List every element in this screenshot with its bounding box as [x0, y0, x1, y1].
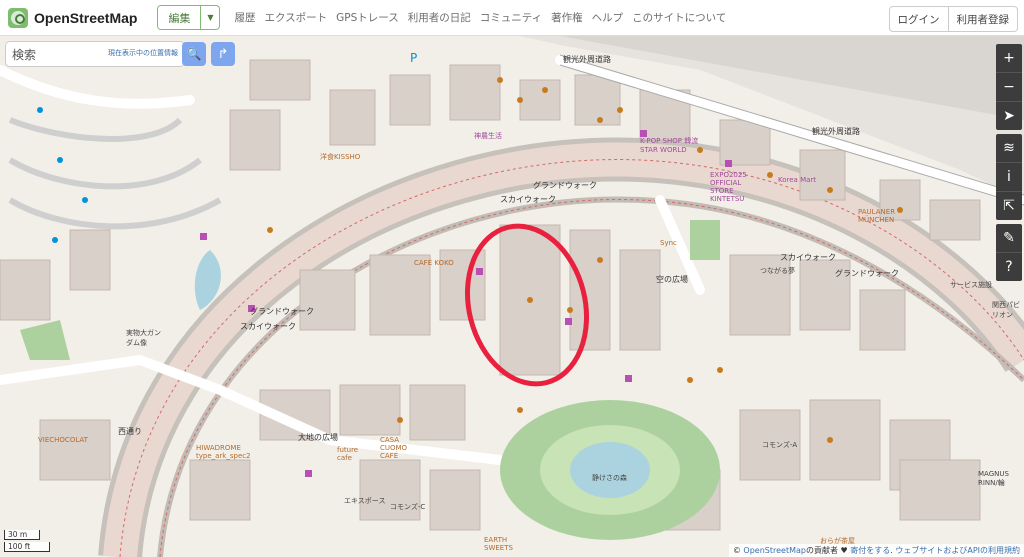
- layers-icon: ≋: [1003, 140, 1015, 156]
- zoom-out-button[interactable]: −: [996, 73, 1022, 102]
- osm-link[interactable]: OpenStreetMap: [743, 546, 806, 555]
- road-label-skywalk-2: スカイウォーク: [780, 253, 836, 262]
- place-label-22: エキスポース: [344, 497, 386, 505]
- attribution-prefix: ©: [732, 546, 744, 555]
- caret-down-icon: ▼: [207, 13, 214, 22]
- svg-text:P: P: [410, 51, 417, 65]
- query-cursor-icon: ?: [1005, 259, 1013, 275]
- map-panel-controls: ≋ i ⇱: [996, 134, 1022, 220]
- search-button[interactable]: 🔍: [182, 42, 206, 66]
- site-header: OpenStreetMap 編集 ▼ 履歴 エクスポート GPSトレース 利用者…: [0, 0, 1024, 36]
- place-label-13: HIWADROME type_ark_spec2: [196, 444, 251, 460]
- place-label-5: PAULANER MÜNCHEN: [858, 208, 896, 224]
- nav-history[interactable]: 履歴: [234, 10, 255, 25]
- info-icon: i: [1007, 169, 1011, 185]
- search-box: 検索 現在表示中の位置情報: [6, 42, 184, 66]
- place-label-17: コモンズ-A: [762, 441, 798, 449]
- place-label-9: サービス施設: [950, 281, 992, 289]
- road-label-grandwalk-2: グランドウォーク: [835, 269, 899, 278]
- place-label-6: CAFÉ KOKO: [414, 259, 454, 267]
- note-icon: ✎: [1003, 230, 1015, 246]
- login-button[interactable]: ログイン: [890, 7, 948, 31]
- road-label-kanko-1: 観光外周道路: [563, 55, 611, 64]
- main-nav: 履歴 エクスポート GPSトレース 利用者の日記 コミュニティ 著作権 ヘルプ …: [234, 10, 726, 25]
- logo-text: OpenStreetMap: [34, 9, 138, 26]
- directions-icon: ↱: [217, 46, 229, 62]
- place-label-3: EXPO2025 OFFICIAL STORE KINTETSU: [710, 171, 747, 203]
- place-label-21: EARTH SWEETS: [484, 536, 513, 552]
- place-label-8: 空の広場: [656, 275, 688, 284]
- site-logo[interactable]: OpenStreetMap: [8, 0, 137, 36]
- plus-icon: +: [1003, 50, 1015, 66]
- minus-icon: −: [1003, 79, 1015, 95]
- place-label-1: 洋食KISSHO: [320, 153, 361, 161]
- nav-help[interactable]: ヘルプ: [592, 10, 624, 25]
- place-label-4: Korea Mart: [778, 176, 817, 184]
- search-input[interactable]: 検索: [12, 46, 36, 63]
- place-label-11: 実物大ガンダム像: [126, 329, 161, 347]
- road-label-nishidori: 西通り: [118, 427, 142, 436]
- map-key-button[interactable]: i: [996, 163, 1022, 192]
- nav-communities[interactable]: コミュニティ: [480, 10, 542, 25]
- zoom-controls: + − ➤: [996, 44, 1022, 130]
- scale-bar-imperial: 100 ft: [4, 542, 50, 552]
- where-am-i-link[interactable]: 現在表示中の位置情報: [108, 48, 178, 58]
- place-label-10: 関西パビリオン: [992, 301, 1020, 319]
- place-label-18: MAGNUS RINN/輪: [978, 470, 1009, 487]
- place-label-19: コモンズ-C: [390, 503, 426, 511]
- place-label-24: つながる夢: [760, 267, 795, 275]
- nav-gps-traces[interactable]: GPSトレース: [336, 10, 399, 25]
- zoom-in-button[interactable]: +: [996, 44, 1022, 73]
- place-label-15: CASA CUOMO CAFÉ: [380, 436, 408, 460]
- place-label-14: 大地の広場: [298, 433, 338, 442]
- edit-dropdown-toggle[interactable]: ▼: [200, 6, 219, 29]
- road-label-kanko-2: 観光外周道路: [812, 127, 860, 136]
- terms-link[interactable]: ウェブサイトおよびAPIの利用規約: [895, 546, 1020, 555]
- note-controls: ✎ ?: [996, 224, 1022, 281]
- osm-logo-icon: [8, 7, 28, 28]
- scale-bar-metric: 30 m: [4, 530, 40, 540]
- nav-export[interactable]: エクスポート: [264, 10, 327, 25]
- edit-button[interactable]: 編集: [158, 6, 201, 29]
- place-label-2: K-POP SHOP 韓流STAR WORLD: [640, 137, 699, 154]
- heart-icon: ♥: [837, 546, 851, 555]
- add-note-button[interactable]: ✎: [996, 224, 1022, 253]
- map-tiles: P: [0, 36, 1024, 557]
- edit-button-group: 編集 ▼: [157, 5, 221, 30]
- nav-about[interactable]: このサイトについて: [632, 10, 726, 25]
- place-label-0: 神農生活: [474, 132, 502, 140]
- nav-user-diaries[interactable]: 利用者の日記: [408, 10, 471, 25]
- place-label-7: Sync: [660, 239, 677, 247]
- location-arrow-icon: ➤: [1003, 108, 1015, 124]
- map-canvas[interactable]: P 観光外周道路 観光外周道路 スカイウォーク グランドウォーク スカイウォーク…: [0, 36, 1024, 557]
- search-icon: 🔍: [186, 47, 202, 61]
- road-label-grandwalk-3: グランドウォーク: [250, 307, 314, 316]
- road-label-grandwalk-1: グランドウォーク: [533, 181, 597, 190]
- place-label-20: 静けさの森: [592, 474, 627, 482]
- share-icon: ⇱: [1003, 198, 1015, 214]
- directions-button[interactable]: ↱: [211, 42, 235, 66]
- attribution-contributors: の貢献者: [805, 546, 838, 555]
- road-label-skywalk-3: スカイウォーク: [240, 322, 296, 331]
- donate-link[interactable]: 寄付をする: [850, 546, 890, 555]
- road-label-skywalk-1: スカイウォーク: [500, 195, 556, 204]
- signup-button[interactable]: 利用者登録: [947, 7, 1018, 31]
- share-button[interactable]: ⇱: [996, 192, 1022, 220]
- place-label-16: future cafe: [337, 446, 359, 462]
- place-label-12: VIECHOCOLAT: [38, 436, 88, 444]
- auth-buttons: ログイン 利用者登録: [888, 6, 1018, 32]
- nav-copyright[interactable]: 著作権: [551, 10, 583, 25]
- layers-button[interactable]: ≋: [996, 134, 1022, 163]
- locate-button[interactable]: ➤: [996, 102, 1022, 130]
- query-features-button[interactable]: ?: [996, 253, 1022, 281]
- map-attribution: © OpenStreetMapの貢献者 ♥ 寄付をする. ウェブサイトおよびAP…: [728, 544, 1024, 557]
